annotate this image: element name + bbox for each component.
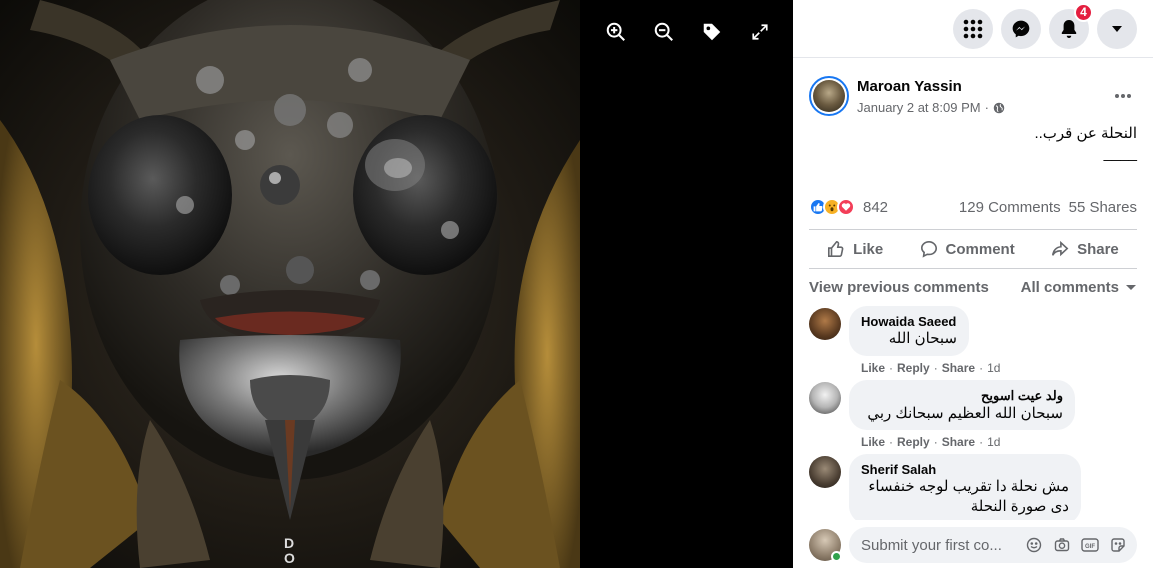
more-options-button[interactable] (1109, 82, 1137, 110)
bell-icon (1061, 19, 1077, 38)
post-header: Maroan Yassin January 2 at 8:09 PM · (809, 74, 1137, 118)
svg-text:GIF: GIF (1085, 544, 1095, 550)
reactions-count[interactable]: 842 (863, 199, 888, 216)
comment-text: سبحان الله (888, 330, 957, 347)
screen: DO 4 Maroan Yassin January 2 at 8:09 PM … (0, 0, 1153, 568)
comment-share-link[interactable]: Share (942, 435, 975, 449)
comment-bubble: Howaida Saeed سبحان الله (849, 306, 969, 356)
viewer-toolbar (604, 20, 772, 44)
caret-down-icon (1126, 285, 1136, 290)
comment-item: Howaida Saeed سبحان الله Like · Reply · Sh… (809, 306, 1137, 376)
post-meta: January 2 at 8:09 PM · (857, 100, 1005, 115)
notifications-button[interactable]: 4 (1049, 2, 1093, 49)
comments-filter-dropdown[interactable]: All comments (1021, 279, 1137, 296)
grid-icon (963, 19, 983, 38)
comment-text: سبحان الله العظيم سبحانك ربي (867, 405, 1063, 422)
globe-icon[interactable] (993, 102, 1005, 114)
top-bar: 4 (793, 0, 1153, 58)
zoom-out-icon[interactable] (652, 20, 676, 44)
photo-watermark: DO (284, 535, 296, 566)
comments-count[interactable]: 129 Comments (959, 199, 1061, 216)
messenger-icon (1012, 20, 1030, 37)
author-name[interactable]: Maroan Yassin (857, 78, 962, 95)
messenger-button[interactable] (1001, 8, 1041, 49)
sticker-icon[interactable] (1109, 536, 1127, 554)
commenter-avatar[interactable] (809, 308, 841, 340)
caption-line-2: ____ (1103, 145, 1137, 162)
comment-input[interactable] (861, 536, 1021, 554)
comment-item: ولد عيت اسويح سبحان الله العظيم سبحانك ر… (809, 380, 1137, 450)
account-menu-button[interactable] (1097, 8, 1137, 49)
caret-down-icon (1112, 25, 1122, 32)
love-reaction-icon (837, 198, 855, 216)
insect-face-illustration (0, 0, 580, 568)
photo-viewer: DO (0, 0, 793, 568)
comments-navigation: View previous comments All comments (809, 276, 1137, 298)
reactions-summary[interactable]: 842 (809, 198, 888, 216)
post-actions: Like Comment Share (809, 229, 1137, 269)
comment-time[interactable]: 1d (987, 435, 1000, 449)
commenter-avatar[interactable] (809, 382, 841, 414)
comment-actions: Like · Reply · Share · 1d (861, 361, 1001, 375)
online-status-dot (831, 551, 842, 562)
tag-icon[interactable] (700, 20, 724, 44)
shares-count[interactable]: 55 Shares (1069, 199, 1137, 216)
gif-icon[interactable]: GIF (1081, 536, 1099, 554)
comment-reply-link[interactable]: Reply (897, 435, 930, 449)
composer-icons: GIF (1025, 536, 1137, 554)
commenter-name[interactable]: Howaida Saeed (861, 314, 957, 329)
share-label: Share (1077, 240, 1119, 258)
comment-text-line-1: مش نحلة دا تقريب لوجه خنفساء (868, 478, 1069, 495)
commenter-name[interactable]: ولد عيت اسويح (861, 388, 1063, 404)
post-stats: 842 129 Comments 55 Shares (809, 196, 1137, 218)
comment-actions: Like · Reply · Share · 1d (861, 435, 1001, 449)
comment-input-wrapper: GIF (849, 527, 1137, 563)
comment-composer: GIF (809, 527, 1137, 565)
notification-count-badge: 4 (1074, 2, 1093, 22)
post-panel: 4 Maroan Yassin January 2 at 8:09 PM · ا… (793, 0, 1153, 568)
post-caption: النحلة عن قرب.. ____ (809, 124, 1137, 164)
like-label: Like (853, 240, 884, 258)
comment-item: Sherif Salah مش نحلة دا تقريب لوجه خنفسا… (809, 454, 1137, 520)
fullscreen-icon[interactable] (748, 20, 772, 44)
commenter-avatar[interactable] (809, 456, 841, 488)
comment-bubble: ولد عيت اسويح سبحان الله العظيم سبحانك ر… (849, 380, 1075, 430)
zoom-in-icon[interactable] (604, 20, 628, 44)
comment-time[interactable]: 1d (987, 361, 1000, 375)
comment-reply-link[interactable]: Reply (897, 361, 930, 375)
post-date[interactable]: January 2 at 8:09 PM (857, 100, 981, 115)
author-avatar[interactable] (809, 76, 849, 116)
caption-line-1: النحلة عن قرب.. (1034, 125, 1137, 142)
comments-filter-label: All comments (1020, 278, 1119, 296)
comment-share-link[interactable]: Share (942, 361, 975, 375)
commenter-name[interactable]: Sherif Salah (861, 462, 1069, 477)
share-button[interactable]: Share (1051, 240, 1119, 258)
comment-like-link[interactable]: Like (861, 361, 885, 375)
comment-button[interactable]: Comment (920, 240, 1015, 258)
comment-bubble: Sherif Salah مش نحلة دا تقريب لوجه خنفسا… (849, 454, 1081, 520)
view-previous-comments-link[interactable]: View previous comments (809, 279, 989, 296)
camera-icon[interactable] (1053, 536, 1071, 554)
thumbs-up-icon (828, 240, 844, 258)
menu-grid-button[interactable] (953, 8, 993, 49)
more-dots-icon (1115, 94, 1131, 98)
emoji-icon[interactable] (1025, 536, 1043, 554)
insect-photo[interactable] (0, 0, 580, 568)
comment-label: Comment (945, 240, 1015, 258)
like-button[interactable]: Like (827, 240, 883, 258)
comment-bubble-icon (920, 240, 937, 258)
comment-text-line-2: دى صورة النحلة (970, 498, 1069, 515)
engagement-counts: 129 Comments 55 Shares (959, 199, 1137, 216)
comment-like-link[interactable]: Like (861, 435, 885, 449)
meta-separator: · (984, 100, 989, 115)
share-arrow-icon (1052, 240, 1069, 257)
